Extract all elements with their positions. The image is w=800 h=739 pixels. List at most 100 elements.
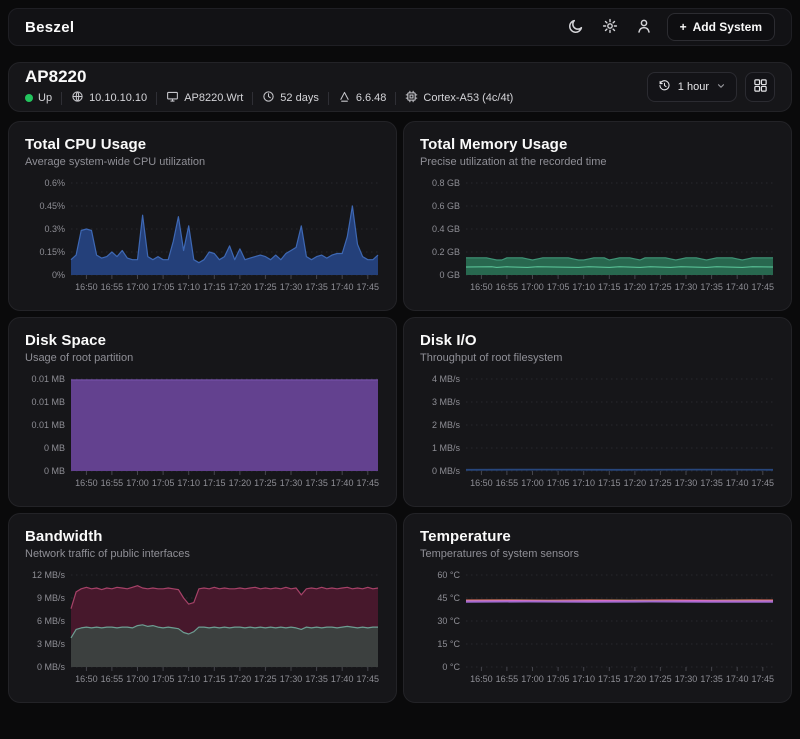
ip-address: 10.10.10.10 xyxy=(71,90,147,106)
memory-usage-chart[interactable]: 0.8 GB0.6 GB0.4 GB0.2 GB0 GB16:5016:5517… xyxy=(420,175,775,307)
svg-text:17:00: 17:00 xyxy=(521,674,544,684)
status-dot-icon xyxy=(25,94,33,102)
svg-text:17:05: 17:05 xyxy=(547,674,570,684)
svg-text:17:20: 17:20 xyxy=(229,478,252,488)
svg-text:17:15: 17:15 xyxy=(598,674,621,684)
svg-text:0.01 MB: 0.01 MB xyxy=(31,374,65,384)
svg-text:17:40: 17:40 xyxy=(726,674,749,684)
svg-text:15 °C: 15 °C xyxy=(437,639,460,649)
user-icon xyxy=(636,18,652,37)
chart-card-temperature: Temperature Temperatures of system senso… xyxy=(403,513,792,703)
svg-text:17:40: 17:40 xyxy=(331,674,354,684)
add-system-button[interactable]: + Add System xyxy=(667,13,775,41)
svg-text:0 MB: 0 MB xyxy=(44,443,65,453)
chart-title: Total Memory Usage xyxy=(420,136,775,153)
svg-text:16:55: 16:55 xyxy=(496,282,519,292)
charts-grid: Total CPU Usage Average system-wide CPU … xyxy=(8,121,792,703)
svg-text:6 MB/s: 6 MB/s xyxy=(37,616,66,626)
svg-text:12 MB/s: 12 MB/s xyxy=(32,570,66,580)
moon-icon xyxy=(568,18,584,37)
svg-text:17:15: 17:15 xyxy=(598,282,621,292)
layout-toggle-button[interactable] xyxy=(745,72,775,102)
svg-text:17:05: 17:05 xyxy=(547,478,570,488)
svg-text:17:15: 17:15 xyxy=(598,478,621,488)
status-label: Up xyxy=(38,92,52,104)
svg-text:17:00: 17:00 xyxy=(521,478,544,488)
cpu-usage-chart[interactable]: 0.6%0.45%0.3%0.15%0%16:5016:5517:0017:05… xyxy=(25,175,380,307)
svg-text:17:35: 17:35 xyxy=(305,282,328,292)
uptime: 52 days xyxy=(262,90,319,106)
svg-text:17:40: 17:40 xyxy=(331,478,354,488)
chart-subtitle: Usage of root partition xyxy=(25,352,380,364)
svg-text:17:25: 17:25 xyxy=(649,282,672,292)
time-range-value: 1 hour xyxy=(678,81,709,93)
chart-subtitle: Temperatures of system sensors xyxy=(420,548,775,560)
svg-text:30 °C: 30 °C xyxy=(437,616,460,626)
svg-text:17:10: 17:10 xyxy=(572,282,595,292)
svg-text:16:55: 16:55 xyxy=(101,674,124,684)
settings-button[interactable] xyxy=(599,16,621,38)
disk-space-chart[interactable]: 0.01 MB0.01 MB0.01 MB0 MB0 MB16:5016:551… xyxy=(25,371,380,503)
grid-layout-icon xyxy=(753,78,768,96)
temperature-chart[interactable]: 60 °C45 °C30 °C15 °C0 °C16:5016:5517:001… xyxy=(420,567,775,699)
svg-text:16:50: 16:50 xyxy=(75,674,98,684)
chart-subtitle: Throughput of root filesystem xyxy=(420,352,775,364)
svg-text:17:30: 17:30 xyxy=(675,478,698,488)
chart-title: Disk I/O xyxy=(420,332,775,349)
svg-text:16:50: 16:50 xyxy=(470,282,493,292)
svg-text:17:35: 17:35 xyxy=(700,282,723,292)
svg-text:17:45: 17:45 xyxy=(357,478,380,488)
divider xyxy=(156,92,157,105)
svg-text:16:55: 16:55 xyxy=(101,282,124,292)
bandwidth-chart[interactable]: 12 MB/s9 MB/s6 MB/s3 MB/s0 MB/s16:5016:5… xyxy=(25,567,380,699)
svg-text:0 GB: 0 GB xyxy=(439,270,460,280)
chart-title: Disk Space xyxy=(25,332,380,349)
svg-text:17:25: 17:25 xyxy=(649,478,672,488)
svg-text:45 °C: 45 °C xyxy=(437,593,460,603)
svg-text:17:45: 17:45 xyxy=(752,282,775,292)
svg-text:2 MB/s: 2 MB/s xyxy=(432,420,461,430)
time-range-select[interactable]: 1 hour xyxy=(647,72,737,102)
chart-card-cpu: Total CPU Usage Average system-wide CPU … xyxy=(8,121,397,311)
svg-text:16:50: 16:50 xyxy=(75,282,98,292)
svg-text:0.45%: 0.45% xyxy=(39,201,65,211)
plus-icon: + xyxy=(680,20,687,34)
chevron-down-icon xyxy=(716,81,726,94)
chart-subtitle: Precise utilization at the recorded time xyxy=(420,156,775,168)
chart-card-disk-space: Disk Space Usage of root partition 0.01 … xyxy=(8,317,397,507)
svg-text:17:00: 17:00 xyxy=(126,478,149,488)
svg-text:17:25: 17:25 xyxy=(254,478,277,488)
theme-toggle-button[interactable] xyxy=(565,16,587,38)
chart-title: Total CPU Usage xyxy=(25,136,380,153)
globe-icon xyxy=(71,90,84,106)
svg-text:17:30: 17:30 xyxy=(280,282,303,292)
system-info-bar: AP8220 Up 10.10.10.10 AP8220.Wrt xyxy=(8,62,792,112)
status-badge: Up xyxy=(25,92,52,104)
svg-text:17:35: 17:35 xyxy=(305,674,328,684)
svg-text:17:45: 17:45 xyxy=(752,478,775,488)
chart-subtitle: Average system-wide CPU utilization xyxy=(25,156,380,168)
svg-text:16:55: 16:55 xyxy=(101,478,124,488)
svg-text:17:45: 17:45 xyxy=(357,674,380,684)
svg-text:0.8 GB: 0.8 GB xyxy=(432,178,460,188)
svg-text:17:20: 17:20 xyxy=(229,674,252,684)
svg-text:16:50: 16:50 xyxy=(470,478,493,488)
svg-text:17:25: 17:25 xyxy=(254,282,277,292)
user-menu-button[interactable] xyxy=(633,16,655,38)
svg-text:3 MB/s: 3 MB/s xyxy=(432,397,461,407)
svg-text:0.6%: 0.6% xyxy=(44,178,65,188)
chart-card-bandwidth: Bandwidth Network traffic of public inte… xyxy=(8,513,397,703)
svg-text:17:15: 17:15 xyxy=(203,674,226,684)
svg-text:17:45: 17:45 xyxy=(752,674,775,684)
chart-title: Bandwidth xyxy=(25,528,380,545)
svg-text:17:30: 17:30 xyxy=(280,674,303,684)
disk-io-chart[interactable]: 4 MB/s3 MB/s2 MB/s1 MB/s0 MB/s16:5016:55… xyxy=(420,371,775,503)
svg-text:17:05: 17:05 xyxy=(547,282,570,292)
monitor-icon xyxy=(166,90,179,106)
header: Beszel + Add System xyxy=(8,8,792,46)
svg-text:0.2 GB: 0.2 GB xyxy=(432,247,460,257)
gear-icon xyxy=(602,18,618,37)
divider xyxy=(61,92,62,105)
svg-text:17:40: 17:40 xyxy=(726,282,749,292)
svg-text:0%: 0% xyxy=(52,270,65,280)
